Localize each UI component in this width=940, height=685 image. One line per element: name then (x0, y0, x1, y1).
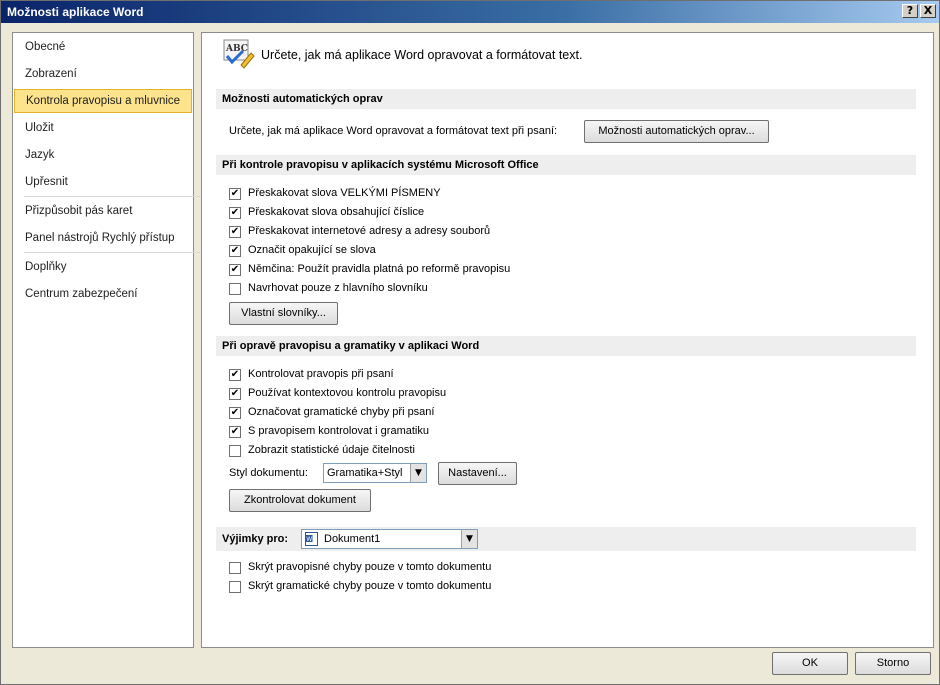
exceptions-label: Výjimky pro: (222, 533, 289, 545)
svg-text:W: W (306, 536, 312, 543)
option-label: Přeskakovat slova obsahující číslice (248, 206, 425, 218)
category-sidebar: Obecné Zobrazení Kontrola pravopisu a ml… (12, 32, 200, 648)
nav-divider (24, 196, 200, 197)
nav-item-label: Obecné (25, 41, 66, 53)
checkbox[interactable]: ✔ (229, 369, 241, 381)
nav-item-save[interactable]: Uložit (14, 116, 192, 140)
nav-item-label: Jazyk (25, 149, 55, 161)
close-button[interactable]: X (920, 4, 936, 18)
nav-item-label: Zobrazení (25, 68, 77, 80)
nav-item-addins[interactable]: Doplňky (14, 255, 192, 279)
chevron-down-icon[interactable]: ▼ (410, 464, 426, 482)
option-label: Zobrazit statistické údaje čitelnosti (248, 444, 415, 456)
nav-item-label: Centrum zabezpečení (25, 288, 138, 300)
nav-item-label: Upřesnit (25, 176, 68, 188)
nav-item-advanced[interactable]: Upřesnit (14, 170, 192, 194)
checkbox[interactable]: ✔ (229, 245, 241, 257)
word-document-icon: W (305, 532, 318, 546)
section-word-spelling-header: Při opravě pravopisu a gramatiky v aplik… (216, 336, 916, 356)
checkbox[interactable] (229, 283, 241, 295)
abc-icon-text: ABC (225, 44, 248, 54)
option-label: Označovat gramatické chyby při psaní (248, 406, 435, 418)
checkbox[interactable]: ✔ (229, 207, 241, 219)
chevron-down-icon[interactable]: ▼ (461, 530, 477, 548)
option-label: Skrýt pravopisné chyby pouze v tomto dok… (248, 561, 492, 573)
option-label: Kontrolovat pravopis při psaní (248, 368, 394, 380)
section-office-spelling-header: Při kontrole pravopisu v aplikacích syst… (216, 155, 916, 175)
option-label: Němčina: Použít pravidla platná po refor… (248, 263, 511, 275)
autocorrect-description: Určete, jak má aplikace Word opravovat a… (229, 125, 558, 137)
help-button[interactable]: ? (902, 4, 918, 18)
window-title: Možnosti aplikace Word (7, 5, 144, 19)
checkbox[interactable]: ✔ (229, 264, 241, 276)
checkbox[interactable]: ✔ (229, 426, 241, 438)
option-label: Označit opakující se slova (248, 244, 376, 256)
nav-divider (24, 252, 200, 253)
option-label: Používat kontextovou kontrolu pravopisu (248, 387, 447, 399)
nav-item-general[interactable]: Obecné (14, 35, 192, 59)
nav-item-language[interactable]: Jazyk (14, 143, 192, 167)
section-autocorrect-header: Možnosti automatických oprav (216, 89, 916, 109)
exceptions-document-select[interactable]: W Dokument1 ▼ (301, 529, 478, 549)
title-bar: Možnosti aplikace Word ? X (1, 1, 939, 23)
exceptions-document-value: Dokument1 (324, 533, 381, 545)
options-content-panel: ABC Určete, jak má aplikace Word opravov… (201, 32, 934, 648)
option-label: S pravopisem kontrolovat i gramatiku (248, 425, 429, 437)
abc-check-icon: ABC (223, 39, 255, 69)
checkbox[interactable] (229, 445, 241, 457)
option-label: Navrhovat pouze z hlavního slovníku (248, 282, 428, 294)
checkbox[interactable] (229, 581, 241, 593)
options-dialog: Možnosti aplikace Word ? X Obecné Zobraz… (0, 0, 940, 685)
cancel-button[interactable]: Storno (855, 652, 931, 675)
nav-item-label: Doplňky (25, 261, 67, 273)
grammar-settings-button[interactable]: Nastavení... (438, 462, 517, 485)
option-label: Přeskakovat slova VELKÝMI PÍSMENY (248, 187, 441, 199)
option-label: Skrýt gramatické chyby pouze v tomto dok… (248, 580, 492, 592)
writing-style-label: Styl dokumentu: (229, 467, 308, 479)
checkbox[interactable]: ✔ (229, 407, 241, 419)
nav-item-quick-access-toolbar[interactable]: Panel nástrojů Rychlý přístup (14, 226, 192, 250)
nav-item-trust-center[interactable]: Centrum zabezpečení (14, 282, 192, 306)
checkbox[interactable]: ✔ (229, 226, 241, 238)
nav-item-customize-ribbon[interactable]: Přizpůsobit pás karet (14, 199, 192, 223)
option-label: Přeskakovat internetové adresy a adresy … (248, 225, 491, 237)
recheck-document-button[interactable]: Zkontrolovat dokument (229, 489, 371, 512)
custom-dictionaries-button[interactable]: Vlastní slovníky... (229, 302, 338, 325)
nav-item-proofing[interactable]: Kontrola pravopisu a mluvnice (14, 89, 192, 113)
checkbox[interactable] (229, 562, 241, 574)
nav-item-label: Uložit (25, 122, 54, 134)
autocorrect-options-button[interactable]: Možnosti automatických oprav... (584, 120, 769, 143)
nav-item-label: Panel nástrojů Rychlý přístup (25, 232, 175, 244)
writing-style-value: Gramatika+Styl (327, 467, 403, 479)
checkbox[interactable]: ✔ (229, 388, 241, 400)
checkbox[interactable]: ✔ (229, 188, 241, 200)
page-description: Určete, jak má aplikace Word opravovat a… (261, 48, 583, 62)
writing-style-select[interactable]: Gramatika+Styl ▼ (323, 463, 427, 483)
nav-item-label: Kontrola pravopisu a mluvnice (26, 95, 181, 107)
nav-item-label: Přizpůsobit pás karet (25, 205, 133, 217)
ok-button[interactable]: OK (772, 652, 848, 675)
nav-item-display[interactable]: Zobrazení (14, 62, 192, 86)
